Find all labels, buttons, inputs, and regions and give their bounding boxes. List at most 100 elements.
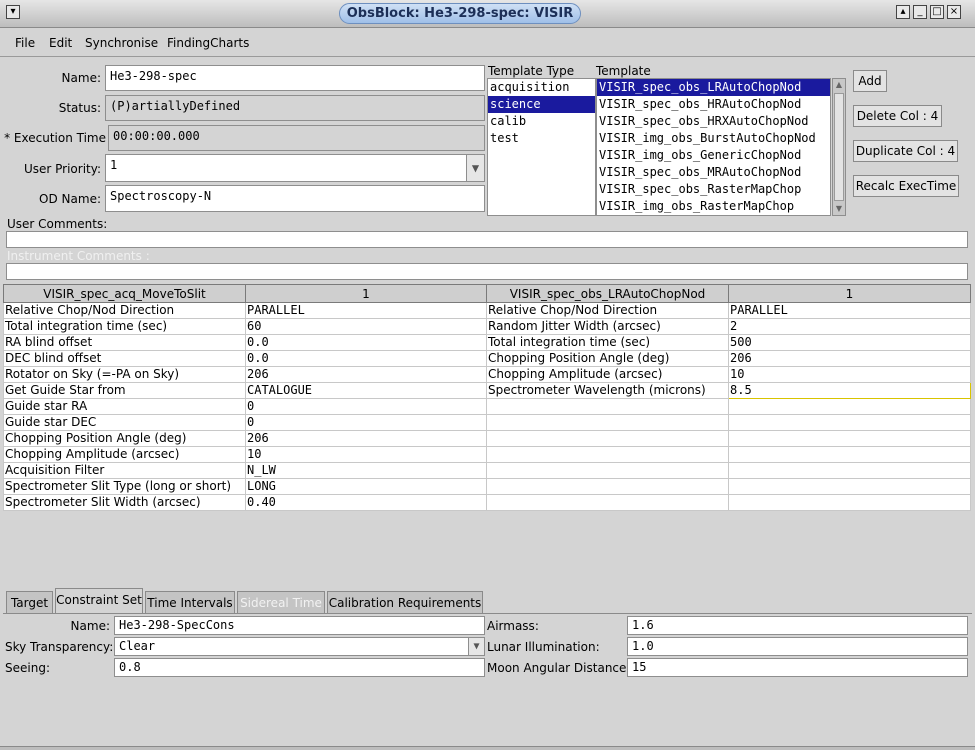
close-icon[interactable]: × <box>947 5 961 19</box>
parameter-value-cell[interactable]: 60 <box>245 318 487 335</box>
parameter-value-cell[interactable]: 8.5 <box>728 382 971 399</box>
parameter-name-cell: Spectrometer Slit Type (long or short) <box>3 478 246 495</box>
menu-file[interactable]: File <box>15 36 35 50</box>
parameter-value-cell[interactable]: PARALLEL <box>728 302 971 319</box>
menu-findingcharts[interactable]: FindingCharts <box>167 36 249 50</box>
parameter-value-cell[interactable]: 0 <box>245 398 487 415</box>
parameter-value-cell[interactable]: CATALOGUE <box>245 382 487 399</box>
column-header[interactable]: 1 <box>728 284 971 303</box>
duplicate-col-button[interactable]: Duplicate Col : 4 <box>853 140 958 162</box>
parameter-value-cell[interactable]: 206 <box>245 366 487 383</box>
table-row: Guide star RA 0 <box>3 398 971 415</box>
recalc-exectime-button[interactable]: Recalc ExecTime <box>853 175 959 197</box>
column-header[interactable]: VISIR_spec_acq_MoveToSlit <box>3 284 246 303</box>
list-item[interactable]: VISIR_spec_obs_RasterMapChop <box>597 181 830 198</box>
add-button[interactable]: Add <box>853 70 887 92</box>
parameter-value-cell[interactable] <box>728 478 971 495</box>
title-bar: ▾ ObsBlock: He3-298-spec: VISIR ▴ _ □ × <box>0 0 975 28</box>
instrument-comments-field[interactable] <box>6 263 968 280</box>
table-row: Chopping Position Angle (deg) 206 <box>3 430 971 447</box>
parameter-value-cell[interactable]: 10 <box>728 366 971 383</box>
user-priority-select[interactable]: 1 ▼ <box>105 154 485 182</box>
minimize-icon[interactable]: _ <box>913 5 927 19</box>
scrollbar-thumb[interactable] <box>834 93 844 201</box>
table-row: Guide star DEC 0 <box>3 414 971 431</box>
lunar-illumination-field[interactable]: 1.0 <box>627 637 968 656</box>
list-item[interactable]: acquisition <box>488 79 595 96</box>
constraint-name-field[interactable]: He3-298-SpecCons <box>114 616 485 635</box>
parameter-name-cell <box>486 398 729 415</box>
template-header: Template <box>596 64 651 78</box>
chevron-down-icon[interactable]: ▼ <box>468 638 484 655</box>
list-item[interactable]: VISIR_spec_obs_HRXAutoChopNod <box>597 113 830 130</box>
delete-col-button[interactable]: Delete Col : 4 <box>853 105 942 127</box>
list-item[interactable]: VISIR_img_obs_RasterMapChop <box>597 198 830 215</box>
parameter-value-cell[interactable]: 2 <box>728 318 971 335</box>
constraint-name-label: Name: <box>70 619 110 633</box>
parameter-value-cell[interactable]: 206 <box>245 430 487 447</box>
lunar-illumination-label: Lunar Illumination: <box>487 640 600 654</box>
table-row: Spectrometer Slit Width (arcsec) 0.40 <box>3 494 971 511</box>
parameter-name-cell: Get Guide Star from <box>3 382 246 399</box>
template-scrollbar[interactable]: ▲ ▼ <box>832 78 846 216</box>
od-name-field[interactable]: Spectroscopy-N <box>105 185 485 212</box>
sky-transparency-select[interactable]: Clear ▼ <box>114 637 485 656</box>
seeing-field[interactable]: 0.8 <box>114 658 485 677</box>
chevron-down-icon[interactable]: ▼ <box>466 155 484 181</box>
window-menu-icon[interactable]: ▾ <box>6 5 20 19</box>
moon-angular-distance-field[interactable]: 15 <box>627 658 968 677</box>
list-item[interactable]: science <box>488 96 595 113</box>
scroll-down-icon[interactable]: ▼ <box>834 204 844 214</box>
parameter-name-cell: DEC blind offset <box>3 350 246 367</box>
template-type-list[interactable]: acquisition science calib test <box>487 78 596 216</box>
parameter-value-cell[interactable] <box>728 414 971 431</box>
parameter-value-cell[interactable]: 0.40 <box>245 494 487 511</box>
parameter-value-cell[interactable] <box>728 398 971 415</box>
parameter-name-cell: Rotator on Sky (=-PA on Sky) <box>3 366 246 383</box>
list-item[interactable]: calib <box>488 113 595 130</box>
parameter-value-cell[interactable] <box>728 494 971 511</box>
template-list[interactable]: VISIR_spec_obs_LRAutoChopNod VISIR_spec_… <box>596 78 831 216</box>
parameter-value-cell[interactable] <box>728 462 971 479</box>
parameter-name-cell <box>486 494 729 511</box>
column-header[interactable]: VISIR_spec_obs_LRAutoChopNod <box>486 284 729 303</box>
parameter-value-cell[interactable]: 0.0 <box>245 334 487 351</box>
parameter-value-cell[interactable]: 0 <box>245 414 487 431</box>
parameter-value-cell[interactable]: 0.0 <box>245 350 487 367</box>
parameter-value-cell[interactable]: 500 <box>728 334 971 351</box>
table-row: Rotator on Sky (=-PA on Sky) 206 Chopping … <box>3 366 971 383</box>
parameter-name-cell: Spectrometer Wavelength (microns) <box>486 382 729 399</box>
parameter-value-cell[interactable] <box>728 430 971 447</box>
list-item[interactable]: VISIR_spec_obs_HRAutoChopNod <box>597 96 830 113</box>
menu-synchronise[interactable]: Synchronise <box>85 36 158 50</box>
list-item[interactable]: test <box>488 130 595 147</box>
column-header[interactable]: 1 <box>245 284 487 303</box>
parameter-value-cell[interactable] <box>728 446 971 463</box>
maximize-icon[interactable]: □ <box>930 5 944 19</box>
parameter-value-cell[interactable]: PARALLEL <box>245 302 487 319</box>
tab-time-intervals[interactable]: Time Intervals <box>145 591 235 613</box>
scroll-up-icon[interactable]: ▲ <box>834 80 844 90</box>
table-row: Spectrometer Slit Type (long or short) LO… <box>3 478 971 495</box>
user-priority-label: User Priority: <box>23 162 101 176</box>
menu-edit[interactable]: Edit <box>49 36 72 50</box>
airmass-field[interactable]: 1.6 <box>627 616 968 635</box>
tab-calibration-requirements[interactable]: Calibration Requirements <box>327 591 483 613</box>
parameter-name-cell: Relative Chop/Nod Direction <box>3 302 246 319</box>
parameter-value-cell[interactable]: 206 <box>728 350 971 367</box>
parameter-value-cell[interactable]: N_LW <box>245 462 487 479</box>
parameter-value-cell[interactable]: LONG <box>245 478 487 495</box>
name-field[interactable]: He3-298-spec <box>105 65 485 91</box>
tab-target[interactable]: Target <box>6 591 53 613</box>
user-comments-field[interactable] <box>6 231 968 248</box>
window-bottom-border <box>0 746 975 750</box>
list-item[interactable]: VISIR_img_obs_BurstAutoChopNod <box>597 130 830 147</box>
tab-constraint-set[interactable]: Constraint Set <box>55 588 143 614</box>
list-item[interactable]: VISIR_spec_obs_LRAutoChopNod <box>597 79 830 96</box>
list-item[interactable]: VISIR_img_obs_GenericChopNod <box>597 147 830 164</box>
parameter-value-cell[interactable]: 10 <box>245 446 487 463</box>
parameter-name-cell: Chopping Amplitude (arcsec) <box>3 446 246 463</box>
parameter-name-cell: Chopping Position Angle (deg) <box>3 430 246 447</box>
list-item[interactable]: VISIR_spec_obs_MRAutoChopNod <box>597 164 830 181</box>
shade-icon[interactable]: ▴ <box>896 5 910 19</box>
